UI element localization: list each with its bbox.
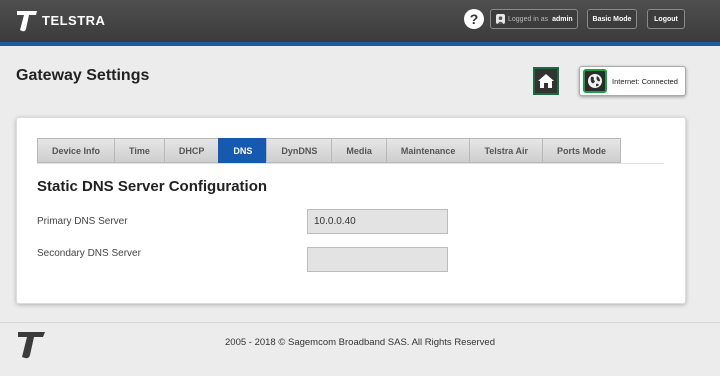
tab-maintenance[interactable]: Maintenance xyxy=(385,138,470,163)
basic-mode-button[interactable]: Basic Mode xyxy=(587,9,637,29)
username: admin xyxy=(552,15,573,23)
home-button[interactable] xyxy=(533,67,559,95)
settings-panel: Device Info Time DHCP DNS DynDNS Media M… xyxy=(16,117,686,304)
logged-in-user: Logged in as admin xyxy=(490,9,578,29)
primary-dns-input[interactable] xyxy=(307,209,448,234)
tab-telstra-air[interactable]: Telstra Air xyxy=(469,138,542,163)
globe-icon xyxy=(583,69,607,93)
primary-dns-label: Primary DNS Server xyxy=(37,216,128,227)
secondary-dns-input[interactable] xyxy=(307,247,448,272)
brand-name: TELSTRA xyxy=(42,13,106,28)
footer-divider xyxy=(0,322,720,323)
logged-in-prefix: Logged in as xyxy=(508,15,549,23)
telstra-logo-icon xyxy=(17,11,37,32)
user-icon xyxy=(496,14,505,24)
tab-time[interactable]: Time xyxy=(114,138,164,163)
logout-button[interactable]: Logout xyxy=(647,9,685,29)
tab-device-info[interactable]: Device Info xyxy=(37,138,115,163)
secondary-dns-label: Secondary DNS Server xyxy=(37,248,141,259)
internet-status-text: Internet: Connected xyxy=(612,76,678,86)
section-title: Static DNS Server Configuration xyxy=(37,178,268,195)
internet-status-indicator[interactable]: Internet: Connected xyxy=(579,66,686,96)
tab-dhcp[interactable]: DHCP xyxy=(163,138,219,163)
tab-dyndns[interactable]: DynDNS xyxy=(266,138,332,163)
tab-media[interactable]: Media xyxy=(331,138,386,163)
question-icon: ? xyxy=(469,11,479,27)
tab-divider xyxy=(37,163,664,164)
tab-ports-mode[interactable]: Ports Mode xyxy=(541,138,621,163)
help-button[interactable]: ? xyxy=(464,9,484,29)
home-icon xyxy=(538,74,554,88)
page-title: Gateway Settings xyxy=(16,67,150,84)
tab-dns[interactable]: DNS xyxy=(218,138,267,163)
top-header: TELSTRA ? Logged in as admin Basic Mode … xyxy=(0,0,720,46)
settings-tabs: Device Info Time DHCP DNS DynDNS Media M… xyxy=(37,138,621,163)
copyright-text: 2005 - 2018 © Sagemcom Broadband SAS. Al… xyxy=(225,337,495,348)
